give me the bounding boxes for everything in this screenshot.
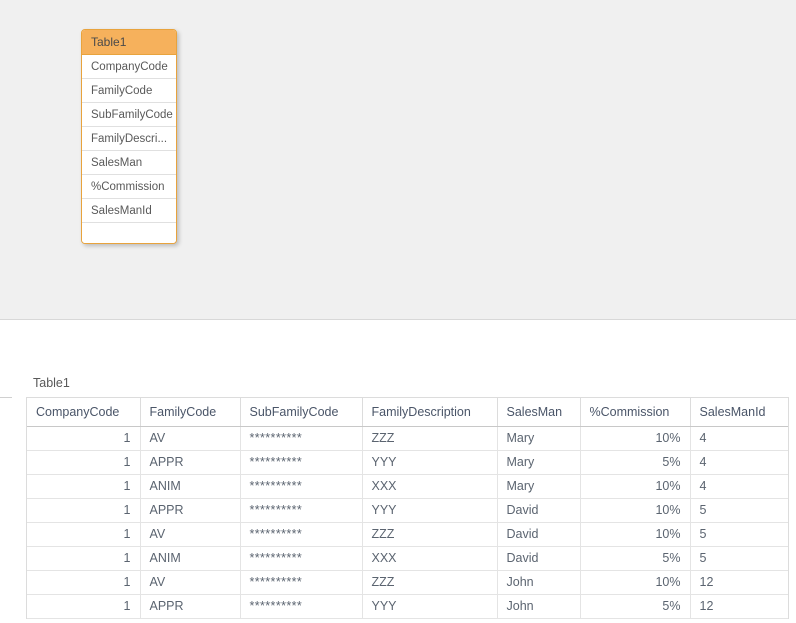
table-bubble-field-subfamilycode[interactable]: SubFamilyCode [82, 103, 176, 127]
table-cell: 5 [690, 546, 788, 571]
table-cell: ********** [240, 450, 363, 475]
table-cell: 4 [690, 450, 788, 475]
pane-divider-tick [0, 397, 12, 398]
table-bubble-field-salesmanid[interactable]: SalesManId [82, 199, 176, 223]
table-cell: 1 [27, 546, 141, 571]
table-row[interactable]: 1 ANIM ********** XXX David 5% 5 [27, 546, 788, 571]
table-cell: ********** [240, 570, 363, 595]
table-row[interactable]: 1 AV ********** ZZZ David 10% 5 [27, 522, 788, 547]
table-cell: ********** [240, 474, 363, 499]
table-cell: APPR [140, 450, 241, 475]
preview-table-title: Table1 [33, 376, 70, 390]
table-cell: 10% [580, 498, 691, 523]
column-header-companycode[interactable]: CompanyCode [27, 398, 141, 427]
table-cell: APPR [140, 594, 241, 619]
table-cell: 1 [27, 426, 141, 451]
table-cell: 5% [580, 450, 691, 475]
column-header-salesman[interactable]: SalesMan [497, 398, 581, 427]
table-cell: 4 [690, 474, 788, 499]
table-cell: 10% [580, 426, 691, 451]
table-cell: ZZZ [362, 426, 498, 451]
table-row[interactable]: 1 AV ********** ZZZ Mary 10% 4 [27, 426, 788, 451]
table-cell: Mary [497, 450, 581, 475]
table-cell: ********** [240, 426, 363, 451]
table-bubble-table1[interactable]: Table1 CompanyCode FamilyCode SubFamilyC… [81, 29, 177, 244]
table-row[interactable]: 1 AV ********** ZZZ John 10% 12 [27, 570, 788, 595]
table-cell: ZZZ [362, 522, 498, 547]
table-cell: John [497, 570, 581, 595]
table-cell: 4 [690, 426, 788, 451]
table-cell: ********** [240, 546, 363, 571]
table-bubble-title[interactable]: Table1 [82, 30, 176, 55]
table-cell: ZZZ [362, 570, 498, 595]
table-cell: YYY [362, 450, 498, 475]
column-header-familydescription[interactable]: FamilyDescription [362, 398, 498, 427]
table-cell: XXX [362, 474, 498, 499]
table-bubble-field-familydescription[interactable]: FamilyDescri... [82, 127, 176, 151]
table-row[interactable]: 1 APPR ********** YYY John 5% 12 [27, 594, 788, 619]
table-bubble-field-familycode[interactable]: FamilyCode [82, 79, 176, 103]
table-cell: YYY [362, 498, 498, 523]
table-cell: 1 [27, 522, 141, 547]
table-row[interactable]: 1 ANIM ********** XXX Mary 10% 4 [27, 474, 788, 499]
table-row[interactable]: 1 APPR ********** YYY David 10% 5 [27, 498, 788, 523]
column-header-subfamilycode[interactable]: SubFamilyCode [240, 398, 363, 427]
table-cell: APPR [140, 498, 241, 523]
table-cell: 12 [690, 570, 788, 595]
table-cell: ANIM [140, 546, 241, 571]
table-cell: ********** [240, 498, 363, 523]
table-cell: David [497, 546, 581, 571]
table-cell: 1 [27, 474, 141, 499]
table-cell: David [497, 522, 581, 547]
table-cell: 10% [580, 522, 691, 547]
column-header-commission[interactable]: %Commission [580, 398, 691, 427]
table-cell: ********** [240, 522, 363, 547]
table-cell: Mary [497, 474, 581, 499]
column-header-salesmanid[interactable]: SalesManId [690, 398, 788, 427]
table-bubble-field-salesman[interactable]: SalesMan [82, 151, 176, 175]
table-preview-pane: Table1 CompanyCode FamilyCode SubFamilyC… [0, 321, 796, 623]
table-cell: AV [140, 522, 241, 547]
table-cell: 1 [27, 450, 141, 475]
table-cell: 5% [580, 594, 691, 619]
table-cell: 10% [580, 474, 691, 499]
table-cell: David [497, 498, 581, 523]
preview-data-grid[interactable]: CompanyCode FamilyCode SubFamilyCode Fam… [26, 397, 789, 619]
table-cell: 5 [690, 522, 788, 547]
table-cell: John [497, 594, 581, 619]
table-cell: 10% [580, 570, 691, 595]
table-cell: 5 [690, 498, 788, 523]
table-bubble-field-companycode[interactable]: CompanyCode [82, 55, 176, 79]
data-model-canvas[interactable]: Table1 CompanyCode FamilyCode SubFamilyC… [0, 0, 796, 320]
table-bubble-field-commission[interactable]: %Commission [82, 175, 176, 199]
table-header-row: CompanyCode FamilyCode SubFamilyCode Fam… [27, 398, 788, 427]
table-row[interactable]: 1 APPR ********** YYY Mary 5% 4 [27, 450, 788, 475]
table-cell: AV [140, 426, 241, 451]
table-cell: AV [140, 570, 241, 595]
column-header-familycode[interactable]: FamilyCode [140, 398, 241, 427]
table-cell: Mary [497, 426, 581, 451]
table-cell: 1 [27, 570, 141, 595]
table-cell: 1 [27, 498, 141, 523]
table-cell: ********** [240, 594, 363, 619]
table-cell: 12 [690, 594, 788, 619]
table-cell: ANIM [140, 474, 241, 499]
table-cell: 1 [27, 594, 141, 619]
table-bubble-footer [82, 223, 176, 243]
app-root: Table1 CompanyCode FamilyCode SubFamilyC… [0, 0, 796, 623]
table-cell: YYY [362, 594, 498, 619]
table-cell: 5% [580, 546, 691, 571]
table-cell: XXX [362, 546, 498, 571]
